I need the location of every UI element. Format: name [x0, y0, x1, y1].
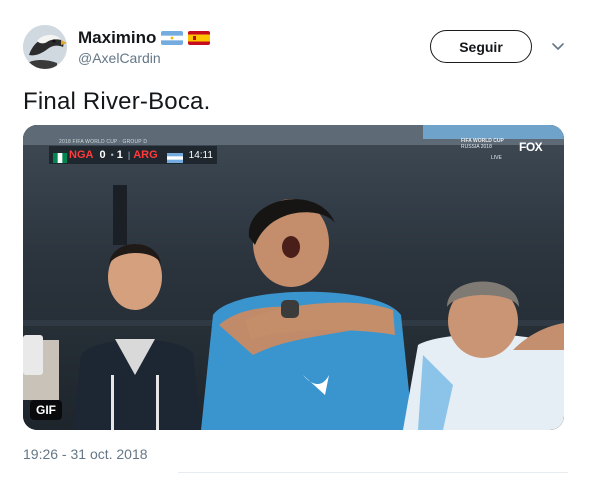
broadcast-event-line2: RUSSIA 2018: [461, 144, 492, 150]
tweet-media-gif[interactable]: 2018 FIFA WORLD CUP · GROUP D NGA 0 • 1 …: [23, 125, 564, 430]
argentina-flag-icon: [161, 31, 184, 45]
gif-frame: [23, 125, 564, 430]
scorebug-away-team: ARG: [133, 149, 158, 161]
scorebug-tournament: 2018 FIFA WORLD CUP · GROUP D: [59, 139, 148, 145]
chevron-down-icon[interactable]: [550, 38, 566, 54]
spain-flag-icon: [188, 31, 211, 45]
scorebug-separator: •: [110, 150, 114, 160]
tweet-timestamp[interactable]: 19:26 - 31 oct. 2018: [23, 446, 148, 462]
tweet-card: Maximino @AxelCardin Seguir Final River-…: [0, 0, 600, 477]
live-indicator: LIVE: [491, 155, 502, 161]
gif-badge: GIF: [30, 400, 62, 420]
nigeria-flag-icon: [53, 150, 67, 163]
tweet-text: Final River-Boca.: [23, 88, 211, 115]
divider: [178, 472, 568, 473]
author-name-row: Maximino: [78, 28, 211, 48]
scorebug-clock: 14:11: [188, 149, 213, 161]
follow-button[interactable]: Seguir: [430, 30, 532, 63]
scorebug-away-score: 1: [116, 149, 123, 161]
scorebug-home-team: NGA: [69, 149, 94, 161]
scorebug: 2018 FIFA WORLD CUP · GROUP D NGA 0 • 1 …: [49, 139, 261, 164]
author-handle[interactable]: @AxelCardin: [78, 50, 161, 66]
broadcast-branding: FIFA WORLD CUP RUSSIA 2018 FOX LIVE: [461, 138, 543, 161]
author-display-name[interactable]: Maximino: [78, 28, 156, 48]
network-logo: FOX: [519, 140, 543, 154]
eagle-avatar-icon[interactable]: [23, 25, 67, 69]
scorebug-divider: |: [127, 150, 131, 160]
scorebug-bar: NGA 0 • 1 | ARG 14:11: [49, 146, 217, 164]
scorebug-home-score: 0: [99, 149, 106, 161]
argentina-flag-icon: [166, 150, 183, 163]
